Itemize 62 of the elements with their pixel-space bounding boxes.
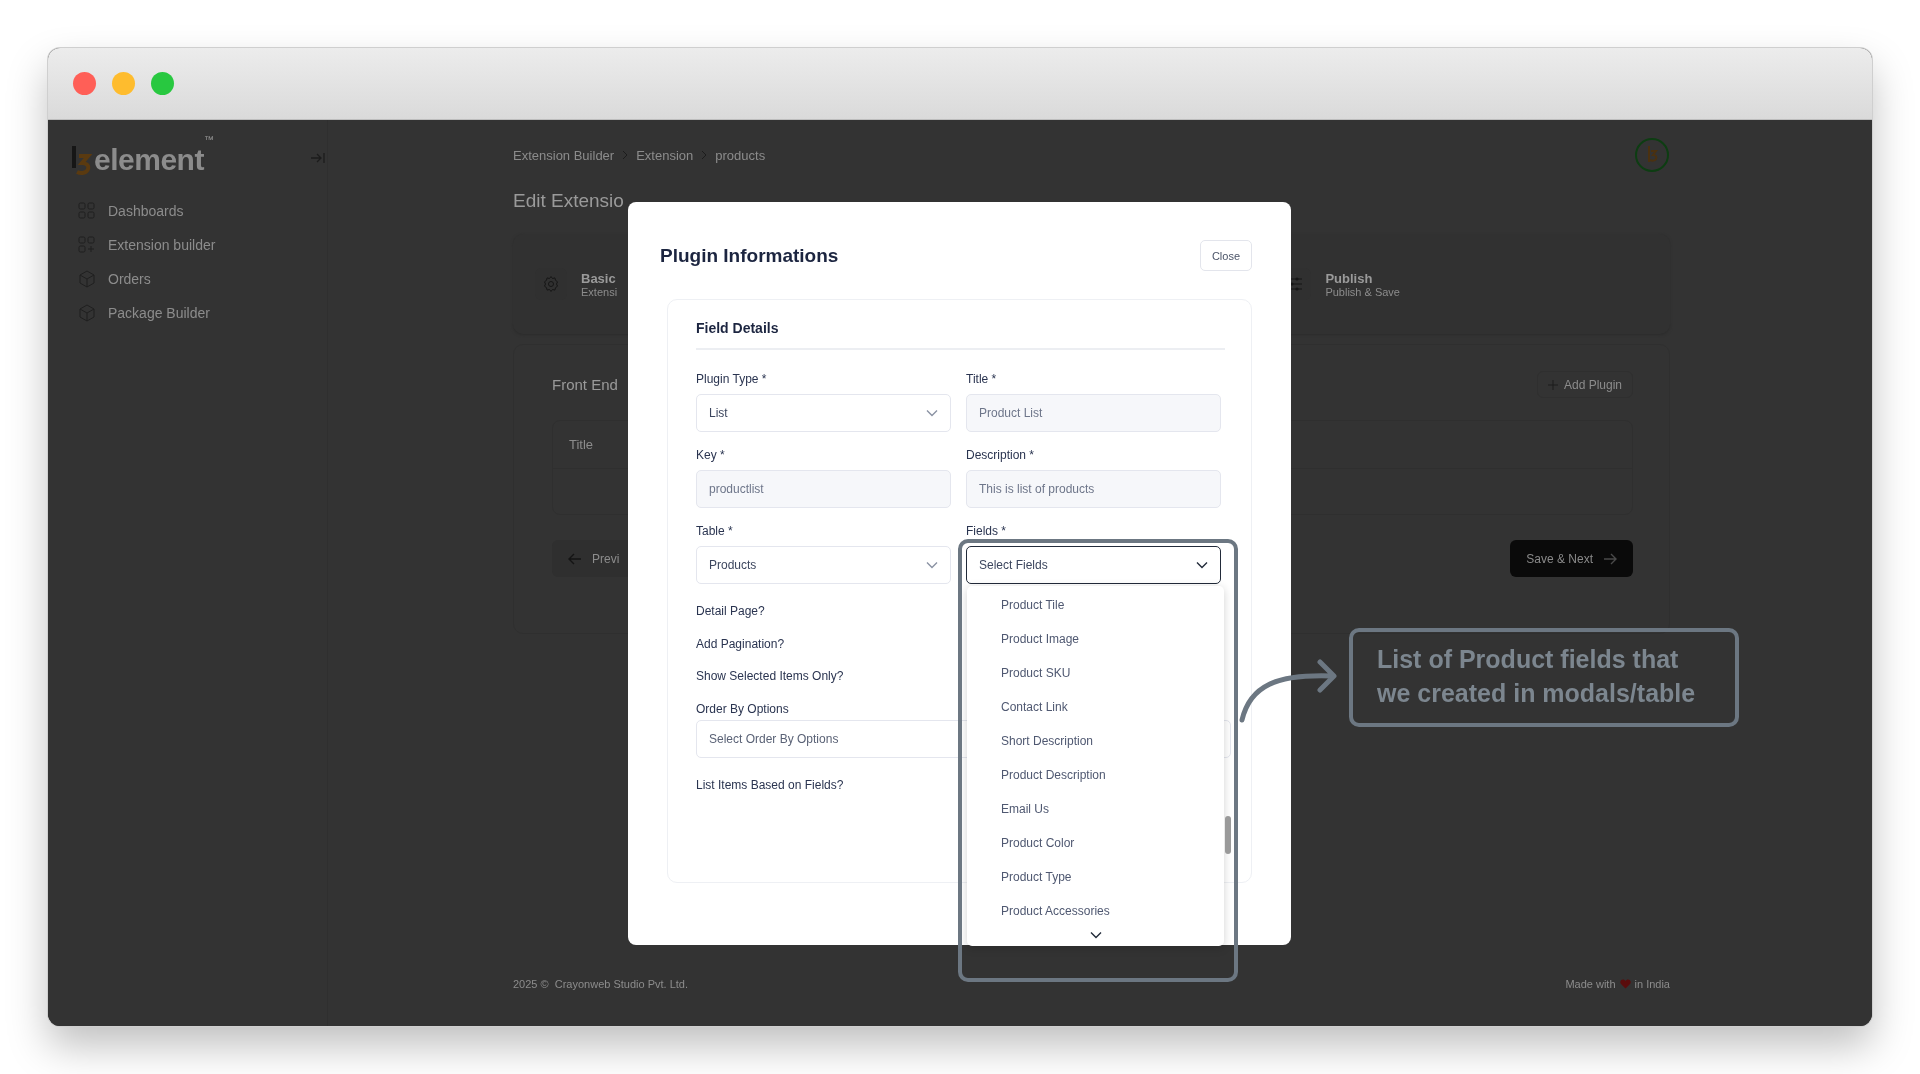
logo-text: element	[94, 144, 204, 176]
close-button[interactable]: Close	[1199, 240, 1252, 271]
select-field[interactable]: List	[696, 394, 951, 432]
chevron-down-icon	[1196, 561, 1208, 569]
option-item[interactable]: Product SKU	[967, 659, 1071, 687]
arrow-right-icon	[1603, 552, 1617, 565]
made-with-text: Made with	[1565, 978, 1616, 990]
save-and-next-button[interactable]: Save & Next	[1510, 540, 1633, 577]
field-label: Description *	[966, 448, 1035, 462]
scrollbar-thumb[interactable]	[1225, 816, 1231, 854]
option-item[interactable]: Product Image	[967, 625, 1080, 653]
breadcrumb-link[interactable]: Extension Builder	[513, 147, 615, 163]
sidebar-item[interactable]: Package Builder	[70, 296, 327, 330]
dialog-title: Plugin Informations	[660, 244, 839, 267]
column-header: Title	[569, 437, 594, 452]
field-label: Fields *	[966, 524, 1006, 538]
select-field[interactable]: Products	[696, 546, 951, 584]
option-item[interactable]: Product Tile	[967, 591, 1065, 619]
toggle-label: Detail Page?	[696, 603, 765, 620]
minimize-window-button[interactable]	[112, 72, 135, 95]
field-label: Key *	[696, 448, 725, 462]
sidebar-item[interactable]: Dashboards	[70, 194, 327, 228]
section-heading: Field Details	[696, 320, 1225, 350]
option-item[interactable]: Product Color	[967, 829, 1075, 857]
toggle-label: Add Pagination?	[696, 635, 785, 653]
arrow-left-icon	[568, 552, 582, 565]
trademark-sign: ™	[203, 134, 214, 145]
step-subtitle: Publish & Save	[1325, 285, 1400, 298]
sidebar-item[interactable]: Extension builder	[70, 228, 327, 262]
sidebar-item[interactable]: Orders	[70, 262, 327, 296]
breadcrumb-link[interactable]: Extension	[636, 147, 694, 163]
location-text: in India	[1634, 978, 1670, 990]
chevron-down-icon	[926, 561, 938, 569]
heart-icon	[1619, 979, 1631, 989]
step-subtitle: Extensi	[581, 285, 618, 298]
callout-note: List of Product fields that we created in modals/table	[1349, 628, 1739, 727]
copyright-text: 2025 © Crayonweb Studio Pvt. Ltd.	[513, 978, 689, 990]
breadcrumb-link[interactable]: products	[715, 147, 766, 163]
toggle-label: Show Selected Items Only?	[696, 668, 844, 685]
chevron-down-icon	[926, 409, 938, 417]
close-window-button[interactable]	[73, 72, 96, 95]
avatar-icon	[1634, 137, 1670, 173]
option-item[interactable]: Short Description	[967, 727, 1094, 755]
select-field[interactable]: Select Fields	[966, 546, 1221, 584]
option-item[interactable]: Product Description	[967, 761, 1106, 789]
maximize-window-button[interactable]	[151, 72, 174, 95]
add-plugin-button[interactable]: Add Plugin	[1536, 371, 1633, 398]
option-item[interactable]: Product Type	[967, 863, 1072, 891]
chevron-down-icon	[1089, 931, 1102, 939]
option-item[interactable]: Product Accessories	[967, 897, 1110, 925]
toggle-label: List Items Based on Fields?	[696, 777, 844, 794]
field-label: Title *	[966, 372, 997, 386]
step-title: Publish	[1325, 270, 1374, 286]
field-label: Plugin Type *	[696, 372, 767, 386]
option-item[interactable]: Email Us	[967, 795, 1049, 823]
logo-mark-icon	[70, 144, 92, 176]
field-label: Order By Options	[696, 700, 789, 718]
field-label: Table *	[696, 524, 733, 538]
page-title: Edit Extensio	[513, 190, 623, 212]
option-item[interactable]: Contact Link	[967, 693, 1068, 721]
section-title: Front End	[552, 376, 618, 393]
step-title: Basic	[581, 270, 617, 286]
